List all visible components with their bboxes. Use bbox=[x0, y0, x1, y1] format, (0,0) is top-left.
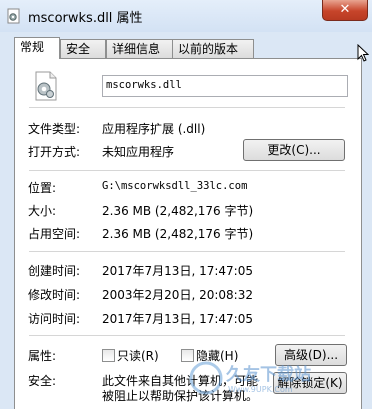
file-name-field[interactable]: mscorwks.dll bbox=[102, 75, 348, 97]
location-label: 位置: bbox=[28, 181, 57, 195]
settings-file-icon bbox=[7, 8, 20, 24]
file-type-value: 应用程序扩展 (.dll) bbox=[102, 122, 206, 136]
watermark-logo: 久友下载站 Www.9UPK.Com bbox=[188, 360, 368, 396]
tab-details[interactable]: 详细信息 bbox=[106, 39, 176, 58]
window-title: mscorwks.dll 属性 bbox=[28, 11, 143, 26]
svg-text:久友下载站: 久友下载站 bbox=[226, 364, 311, 385]
created-label: 创建时间: bbox=[28, 264, 81, 278]
divider bbox=[29, 107, 345, 108]
open-with-label: 打开方式: bbox=[28, 145, 81, 159]
location-value: G:\mscorwksdll_33lc.com bbox=[102, 180, 248, 192]
modified-value: 2003年2月20日, 20:08:32 bbox=[102, 288, 253, 302]
file-name-value: mscorwks.dll bbox=[106, 79, 182, 91]
title-bar: mscorwks.dll 属性 ✕ bbox=[0, 0, 372, 32]
dll-file-icon bbox=[35, 71, 57, 101]
size-on-disk-value: 2.36 MB (2,482,176 字节) bbox=[102, 227, 254, 241]
size-value: 2.36 MB (2,482,176 字节) bbox=[102, 204, 254, 218]
change-button[interactable]: 更改(C)... bbox=[243, 139, 345, 161]
mouse-cursor-icon bbox=[357, 44, 369, 62]
modified-label: 修改时间: bbox=[28, 288, 81, 302]
size-on-disk-label: 占用空间: bbox=[28, 227, 81, 241]
tab-previous-versions[interactable]: 以前的版本 bbox=[172, 39, 254, 58]
accessed-value: 2017年7月13日, 17:47:05 bbox=[102, 312, 253, 326]
attributes-label: 属性: bbox=[28, 349, 57, 363]
svg-text:Www.9UPK.Com: Www.9UPK.Com bbox=[228, 385, 293, 394]
file-type-label: 文件类型: bbox=[28, 122, 81, 136]
divider bbox=[29, 170, 345, 171]
readonly-label[interactable]: 只读(R) bbox=[117, 347, 159, 364]
size-label: 大小: bbox=[28, 204, 57, 218]
created-value: 2017年7月13日, 17:47:05 bbox=[102, 264, 253, 278]
readonly-checkbox[interactable] bbox=[102, 349, 115, 362]
tab-security[interactable]: 安全 bbox=[60, 39, 106, 58]
close-button[interactable]: ✕ bbox=[322, 0, 368, 21]
divider bbox=[29, 335, 345, 336]
security-label: 安全: bbox=[28, 374, 57, 388]
general-panel: mscorwks.dll 文件类型: 应用程序扩展 (.dll) 打开方式: 未… bbox=[14, 58, 362, 409]
divider bbox=[29, 251, 345, 252]
accessed-label: 访问时间: bbox=[28, 312, 81, 326]
open-with-value: 未知应用程序 bbox=[102, 145, 175, 159]
tab-general[interactable]: 常规 bbox=[14, 37, 60, 59]
